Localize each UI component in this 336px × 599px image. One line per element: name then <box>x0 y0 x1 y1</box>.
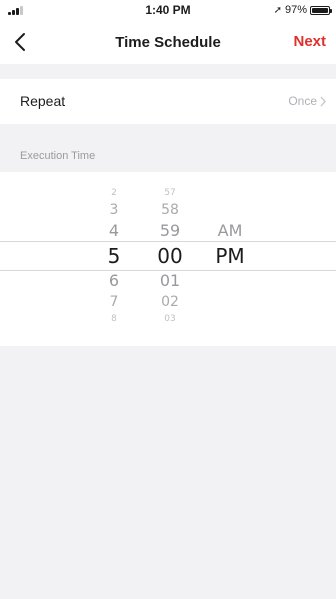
chevron-right-icon <box>320 96 326 106</box>
battery-percentage: 97% <box>284 4 307 16</box>
repeat-label: Repeat <box>20 93 66 109</box>
location-arrow-icon: ➚ <box>273 4 282 16</box>
back-button[interactable] <box>4 26 36 58</box>
hour-option[interactable]: 6 <box>94 273 134 289</box>
period-selected[interactable]: PM <box>205 246 255 266</box>
repeat-row[interactable]: Repeat Once <box>0 79 336 124</box>
period-column[interactable]: AM PM <box>205 172 255 346</box>
hour-option[interactable]: 7 <box>94 295 134 309</box>
hour-option[interactable]: 2 <box>94 188 134 198</box>
period-option[interactable]: AM <box>205 223 255 239</box>
next-button[interactable]: Next <box>293 33 326 50</box>
minute-option[interactable]: 58 <box>150 203 190 217</box>
hour-selected[interactable]: 5 <box>94 246 134 266</box>
minute-option[interactable]: 59 <box>150 223 190 239</box>
repeat-value: Once <box>288 94 326 108</box>
page-title: Time Schedule <box>115 34 221 51</box>
battery-icon <box>310 5 332 15</box>
chevron-left-icon <box>15 33 25 51</box>
execution-time-header: Execution Time <box>20 150 96 162</box>
minute-option[interactable]: 57 <box>150 188 190 198</box>
minute-column[interactable]: 57 58 59 00 01 02 03 <box>150 172 190 346</box>
hour-option[interactable]: 4 <box>94 223 134 239</box>
time-picker[interactable]: 2 3 4 5 6 7 8 57 58 59 00 01 02 03 AM PM <box>0 172 336 346</box>
minute-selected[interactable]: 00 <box>150 246 190 266</box>
minute-option[interactable]: 02 <box>150 295 190 309</box>
status-right: ➚ 97% <box>273 3 332 17</box>
status-bar: 1:40 PM ➚ 97% <box>0 0 336 20</box>
repeat-value-text: Once <box>288 94 317 108</box>
navigation-bar: Time Schedule Next <box>0 20 336 64</box>
minute-option[interactable]: 03 <box>150 314 190 324</box>
hour-option[interactable]: 3 <box>94 203 134 217</box>
hour-option[interactable]: 8 <box>94 314 134 324</box>
minute-option[interactable]: 01 <box>150 273 190 289</box>
hour-column[interactable]: 2 3 4 5 6 7 8 <box>94 172 134 346</box>
